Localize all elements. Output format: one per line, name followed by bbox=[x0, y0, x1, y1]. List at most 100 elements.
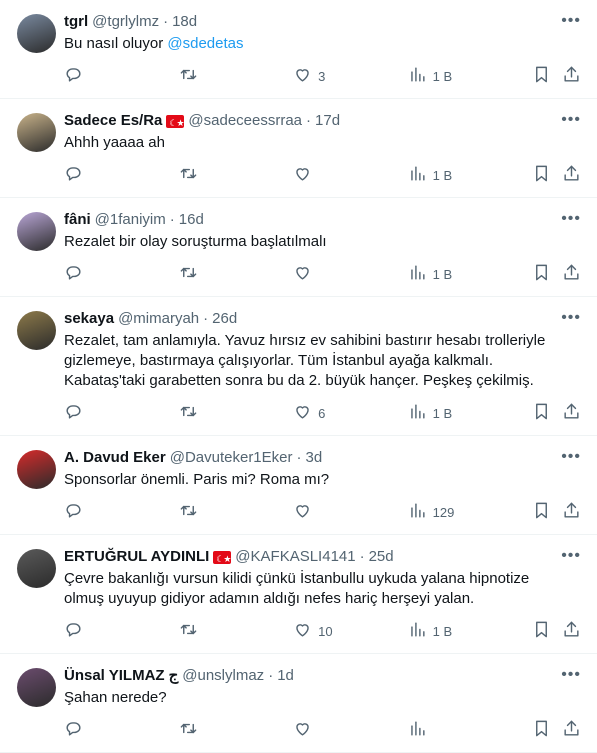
views-count: 129 bbox=[432, 504, 455, 520]
tweet[interactable]: Ünsal YILMAZ ج @unslylmaz · 1d ••• Şahan… bbox=[0, 654, 597, 753]
reply-button[interactable] bbox=[64, 263, 179, 285]
author-handle[interactable]: @1faniyim bbox=[95, 210, 166, 230]
retweet-button[interactable] bbox=[179, 719, 294, 741]
author-handle[interactable]: @mimaryah bbox=[118, 309, 199, 329]
author-handle[interactable]: @KAFKASLI4141 bbox=[235, 547, 355, 567]
reply-button[interactable] bbox=[64, 719, 179, 741]
retweet-icon bbox=[179, 65, 198, 87]
avatar[interactable] bbox=[17, 668, 56, 707]
views-button[interactable]: 1 B bbox=[408, 65, 533, 87]
reply-button[interactable] bbox=[64, 620, 179, 642]
retweet-button[interactable] bbox=[179, 65, 294, 87]
more-options-icon[interactable]: ••• bbox=[561, 309, 581, 327]
retweet-button[interactable] bbox=[179, 501, 294, 523]
bookmark-button[interactable] bbox=[532, 402, 562, 424]
like-button[interactable]: 6 bbox=[293, 402, 408, 424]
author-handle[interactable]: @unslylmaz bbox=[182, 666, 264, 686]
reply-button[interactable] bbox=[64, 402, 179, 424]
author-name[interactable]: ERTUĞRUL AYDINLI bbox=[64, 547, 209, 567]
more-options-icon[interactable]: ••• bbox=[561, 12, 581, 30]
author-name[interactable]: A. Davud Eker bbox=[64, 448, 166, 468]
like-button[interactable]: 10 bbox=[293, 620, 408, 642]
timestamp[interactable]: 17d bbox=[315, 111, 340, 131]
more-options-icon[interactable]: ••• bbox=[561, 448, 581, 466]
like-button[interactable] bbox=[293, 501, 408, 523]
retweet-button[interactable] bbox=[179, 402, 294, 424]
like-button[interactable]: 3 bbox=[293, 65, 408, 87]
reply-icon bbox=[64, 719, 83, 741]
bookmark-button[interactable] bbox=[532, 501, 562, 523]
author-name[interactable]: sekaya bbox=[64, 309, 114, 329]
views-button[interactable]: 1 B bbox=[408, 402, 533, 424]
bookmark-icon bbox=[532, 65, 551, 87]
tweet[interactable]: Sadece Es/Ra @sadeceessrraa · 17d ••• Ah… bbox=[0, 99, 597, 198]
more-options-icon[interactable]: ••• bbox=[561, 666, 581, 684]
tweet-header: sekaya @mimaryah · 26d bbox=[64, 309, 581, 329]
like-count: 3 bbox=[318, 68, 326, 84]
author-handle[interactable]: @Davuteker1Eker bbox=[170, 448, 293, 468]
share-icon bbox=[562, 719, 581, 741]
more-options-icon[interactable]: ••• bbox=[561, 111, 581, 129]
views-button[interactable] bbox=[408, 719, 533, 741]
more-options-icon[interactable]: ••• bbox=[561, 547, 581, 565]
tweet[interactable]: ERTUĞRUL AYDINLI @KAFKASLI4141 · 25d •••… bbox=[0, 535, 597, 654]
timestamp[interactable]: 18d bbox=[172, 12, 197, 32]
avatar[interactable] bbox=[17, 212, 56, 251]
retweet-icon bbox=[179, 263, 198, 285]
timestamp[interactable]: 1d bbox=[277, 666, 294, 686]
avatar[interactable] bbox=[17, 14, 56, 53]
views-button[interactable]: 1 B bbox=[408, 164, 533, 186]
tweet[interactable]: A. Davud Eker @Davuteker1Eker · 3d ••• S… bbox=[0, 436, 597, 535]
share-button[interactable] bbox=[562, 501, 581, 523]
author-name[interactable]: fâni bbox=[64, 210, 91, 230]
turkey-flag-icon bbox=[166, 113, 185, 133]
retweet-button[interactable] bbox=[179, 620, 294, 642]
timestamp[interactable]: 25d bbox=[369, 547, 394, 567]
retweet-button[interactable] bbox=[179, 164, 294, 186]
avatar[interactable] bbox=[17, 549, 56, 588]
avatar[interactable] bbox=[17, 450, 56, 489]
author-handle[interactable]: @tgrlylmz bbox=[92, 12, 159, 32]
retweet-icon bbox=[179, 164, 198, 186]
reply-icon bbox=[64, 501, 83, 523]
bookmark-button[interactable] bbox=[532, 164, 562, 186]
share-button[interactable] bbox=[562, 164, 581, 186]
author-name[interactable]: Sadece Es/Ra bbox=[64, 111, 162, 131]
avatar[interactable] bbox=[17, 311, 56, 350]
author-name[interactable]: tgrl bbox=[64, 12, 88, 32]
like-button[interactable] bbox=[293, 164, 408, 186]
retweet-button[interactable] bbox=[179, 263, 294, 285]
views-button[interactable]: 129 bbox=[408, 501, 533, 523]
like-button[interactable] bbox=[293, 719, 408, 741]
more-options-icon[interactable]: ••• bbox=[561, 210, 581, 228]
views-button[interactable]: 1 B bbox=[408, 263, 533, 285]
mention-link[interactable]: @sdedetas bbox=[167, 35, 243, 52]
views-button[interactable]: 1 B bbox=[408, 620, 533, 642]
bookmark-button[interactable] bbox=[532, 620, 562, 642]
bookmark-icon bbox=[532, 620, 551, 642]
share-icon bbox=[562, 65, 581, 87]
tweet[interactable]: tgrl @tgrlylmz · 18d ••• Bu nasıl oluyor… bbox=[0, 0, 597, 99]
reply-button[interactable] bbox=[64, 65, 179, 87]
author-handle[interactable]: @sadeceessrraa bbox=[188, 111, 302, 131]
author-name[interactable]: Ünsal YILMAZ bbox=[64, 666, 165, 686]
share-button[interactable] bbox=[562, 65, 581, 87]
reply-feed: tgrl @tgrlylmz · 18d ••• Bu nasıl oluyor… bbox=[0, 0, 597, 753]
tweet[interactable]: fâni @1faniyim · 16d ••• Rezalet bir ola… bbox=[0, 198, 597, 297]
bookmark-button[interactable] bbox=[532, 65, 562, 87]
share-button[interactable] bbox=[562, 620, 581, 642]
timestamp[interactable]: 26d bbox=[212, 309, 237, 329]
share-button[interactable] bbox=[562, 719, 581, 741]
tweet[interactable]: sekaya @mimaryah · 26d ••• Rezalet, tam … bbox=[0, 297, 597, 436]
timestamp[interactable]: 16d bbox=[179, 210, 204, 230]
bookmark-button[interactable] bbox=[532, 263, 562, 285]
reply-button[interactable] bbox=[64, 164, 179, 186]
turkey-flag-icon bbox=[213, 549, 232, 569]
bookmark-button[interactable] bbox=[532, 719, 562, 741]
like-button[interactable] bbox=[293, 263, 408, 285]
share-button[interactable] bbox=[562, 402, 581, 424]
share-button[interactable] bbox=[562, 263, 581, 285]
reply-button[interactable] bbox=[64, 501, 179, 523]
timestamp[interactable]: 3d bbox=[306, 448, 323, 468]
avatar[interactable] bbox=[17, 113, 56, 152]
